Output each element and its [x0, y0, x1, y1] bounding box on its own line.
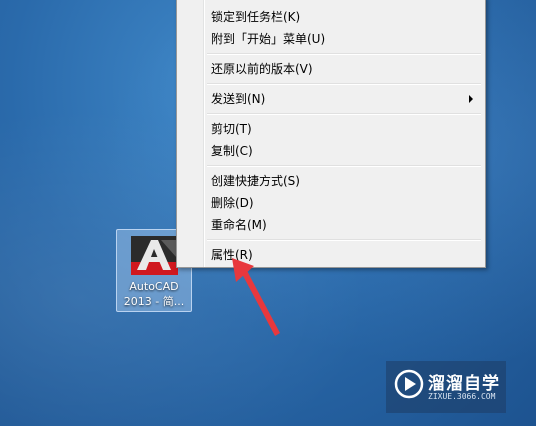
shortcut-label-line2: 2013 - 简... — [123, 295, 185, 308]
watermark: 溜溜自学 ZIXUE.3066.COM — [386, 361, 506, 413]
menu-item-cut[interactable]: 剪切(T) — [179, 118, 483, 140]
menu-item-copy[interactable]: 复制(C) — [179, 140, 483, 162]
menu-item-label: 创建快捷方式(S) — [211, 174, 300, 188]
menu-item-label: 发送到(N) — [211, 92, 266, 106]
menu-item-label: 附到「开始」菜单(U) — [211, 32, 326, 46]
menu-separator — [207, 239, 481, 241]
menu-item-create-shortcut[interactable]: 创建快捷方式(S) — [179, 170, 483, 192]
context-menu: 锁定到任务栏(K) 附到「开始」菜单(U) 还原以前的版本(V) 发送到(N) … — [176, 0, 486, 268]
watermark-brand: 溜溜自学 — [428, 374, 500, 394]
menu-separator — [207, 165, 481, 167]
menu-item-label: 属性(R) — [211, 248, 253, 262]
menu-separator — [207, 53, 481, 55]
submenu-arrow-icon — [469, 95, 473, 103]
watermark-url: ZIXUE.3066.COM — [428, 392, 496, 401]
menu-item-label: 锁定到任务栏(K) — [211, 10, 301, 24]
annotation-arrow-shaft — [240, 267, 280, 336]
menu-item-delete[interactable]: 删除(D) — [179, 192, 483, 214]
menu-item-pin-to-taskbar[interactable]: 锁定到任务栏(K) — [179, 6, 483, 28]
menu-item-label: 删除(D) — [211, 196, 254, 210]
shortcut-label-line1: AutoCAD — [129, 280, 179, 293]
menu-item-restore-previous[interactable]: 还原以前的版本(V) — [179, 58, 483, 80]
menu-item-properties[interactable]: 属性(R) — [179, 244, 483, 266]
menu-separator — [207, 83, 481, 85]
menu-separator — [207, 113, 481, 115]
shortcut-label: AutoCAD 2013 - 简... — [117, 279, 191, 309]
menu-item-label: 剪切(T) — [211, 122, 252, 136]
autocad-app-icon — [131, 236, 178, 275]
menu-item-pin-to-start[interactable]: 附到「开始」菜单(U) — [179, 28, 483, 50]
play-logo-icon — [394, 369, 424, 399]
menu-item-rename[interactable]: 重命名(M) — [179, 214, 483, 236]
menu-item-send-to[interactable]: 发送到(N) — [179, 88, 483, 110]
menu-item-label: 复制(C) — [211, 144, 253, 158]
menu-item-label: 还原以前的版本(V) — [211, 62, 313, 76]
menu-item-label: 重命名(M) — [211, 218, 267, 232]
